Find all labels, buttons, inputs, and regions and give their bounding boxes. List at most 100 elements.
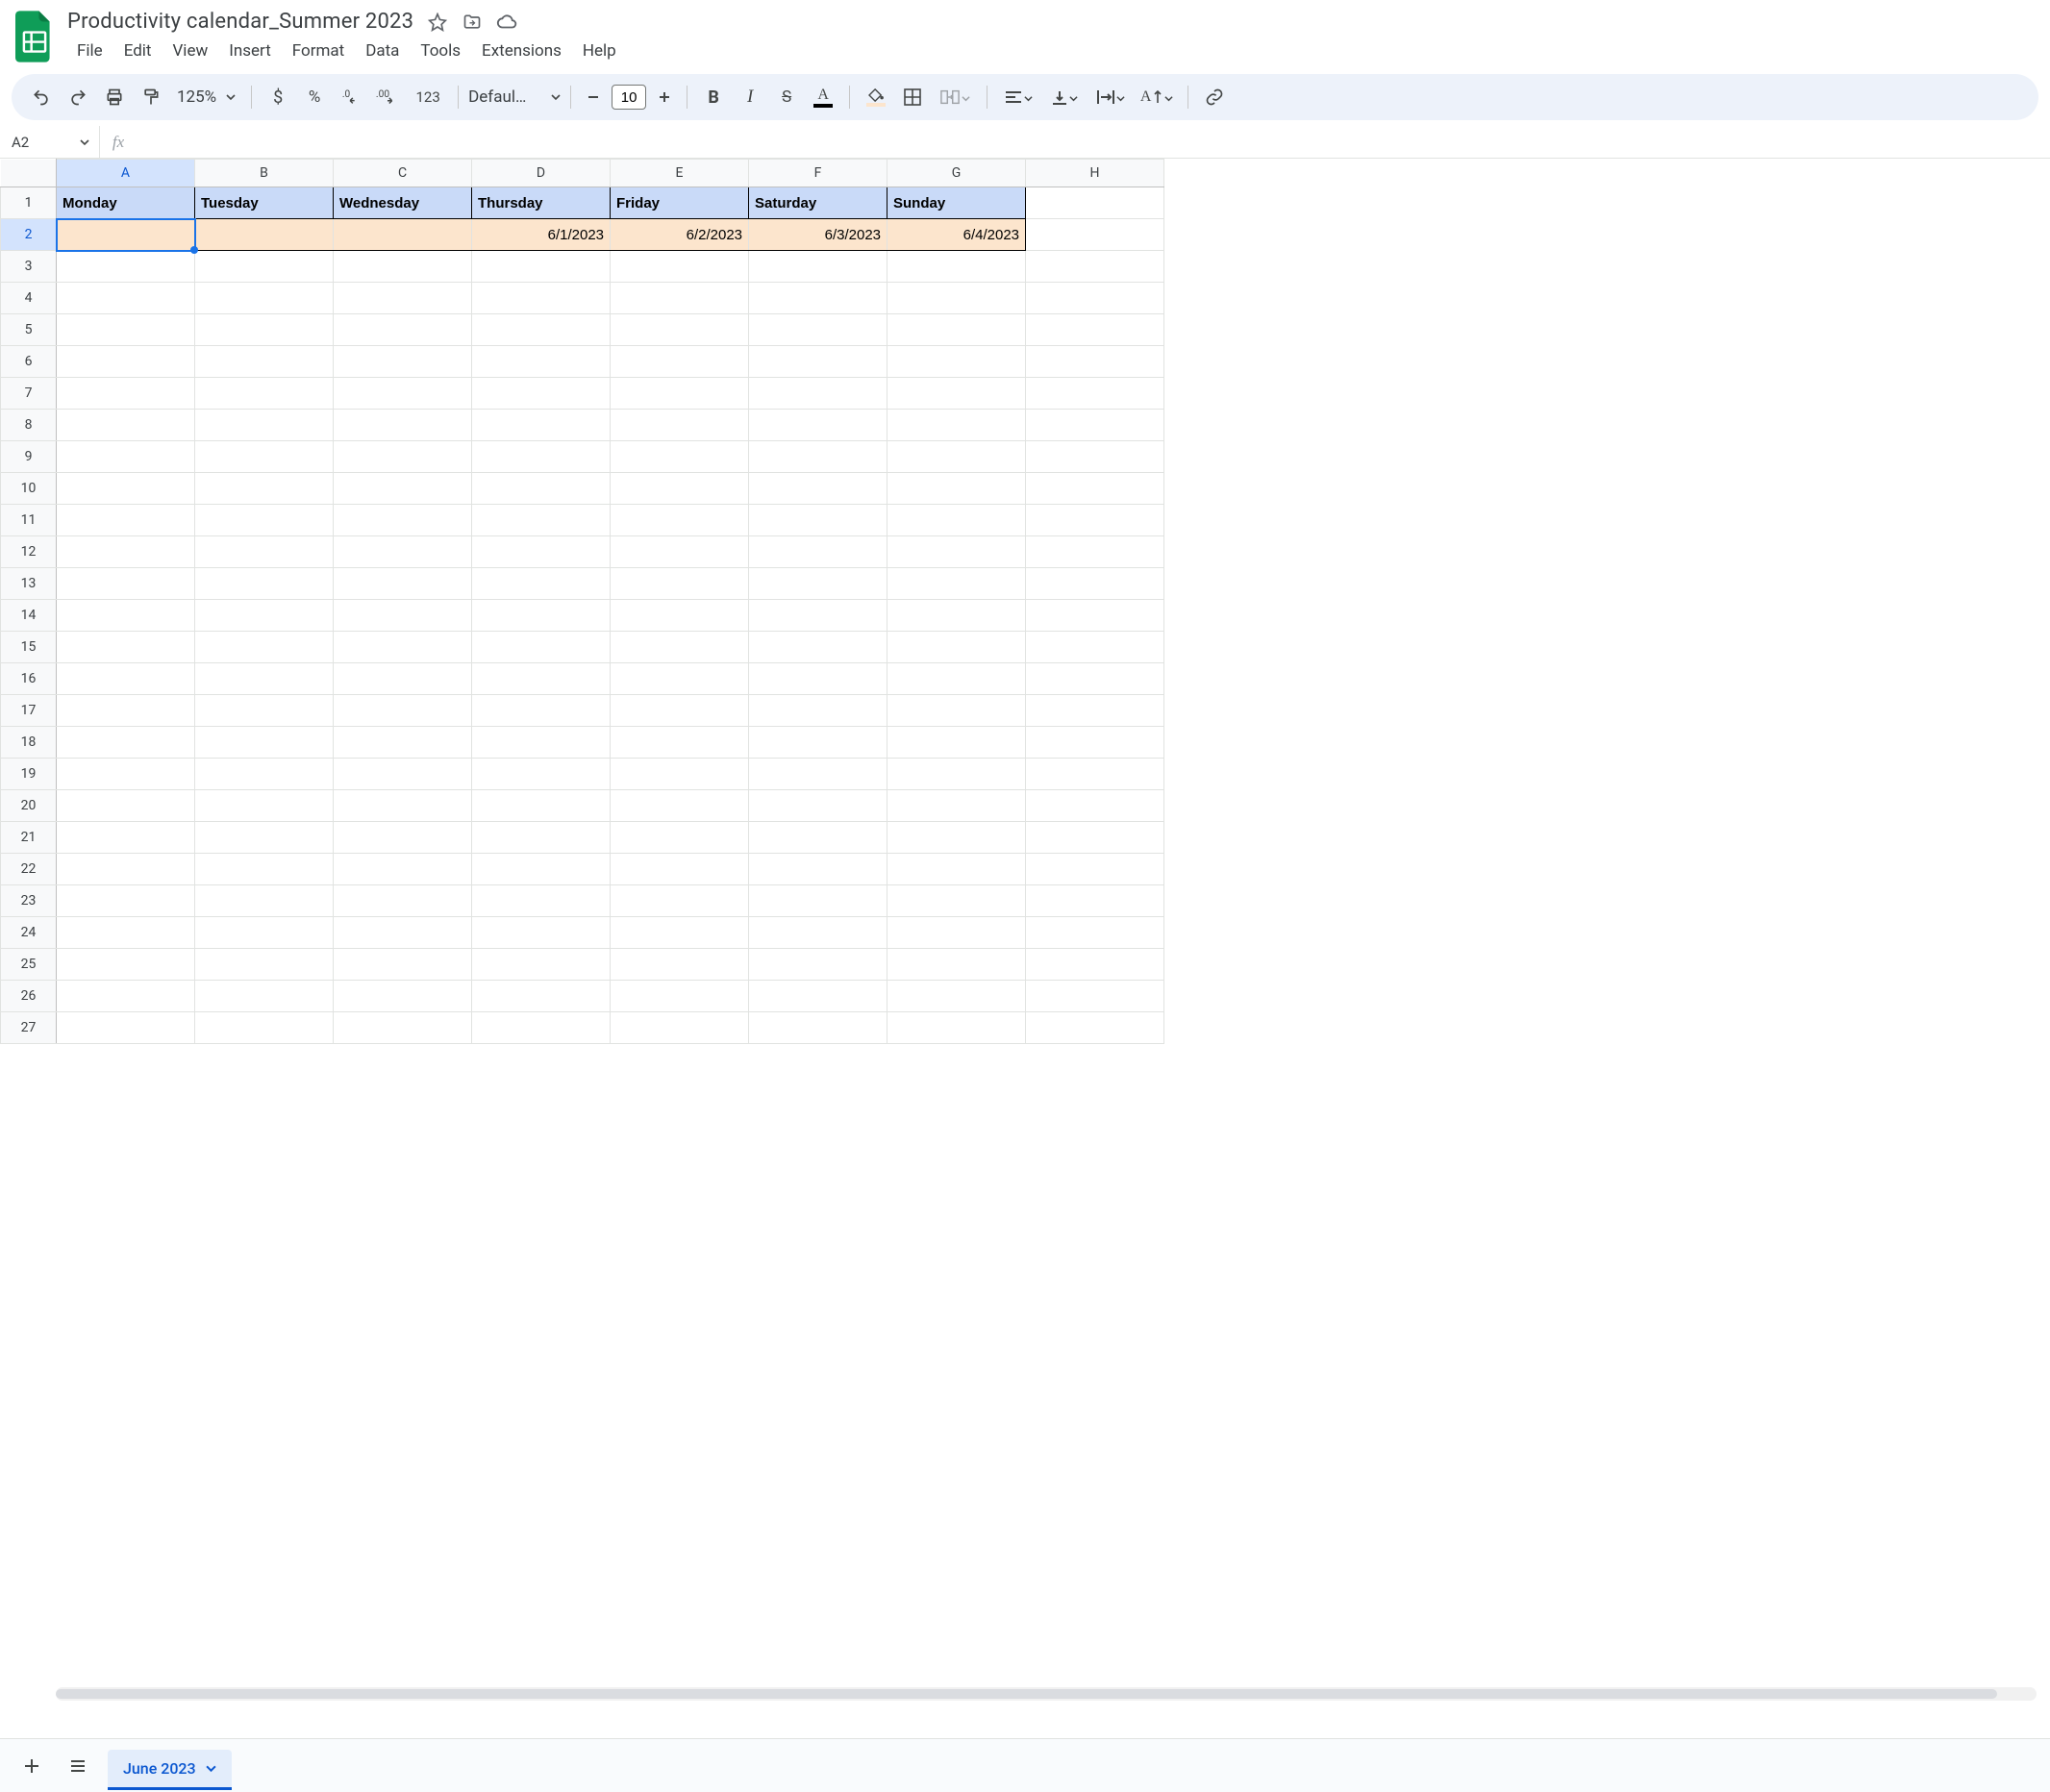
cell[interactable] bbox=[749, 600, 888, 632]
cell[interactable] bbox=[334, 410, 472, 441]
cell[interactable] bbox=[472, 473, 611, 505]
cell[interactable] bbox=[195, 251, 334, 283]
text-color-button[interactable]: A bbox=[807, 81, 839, 113]
cell[interactable] bbox=[334, 949, 472, 981]
cell[interactable] bbox=[1026, 632, 1164, 663]
cell[interactable] bbox=[611, 568, 749, 600]
row-header[interactable]: 8 bbox=[1, 410, 57, 441]
cell[interactable] bbox=[749, 251, 888, 283]
row-header[interactable]: 13 bbox=[1, 568, 57, 600]
cell[interactable] bbox=[611, 283, 749, 314]
cell[interactable] bbox=[1026, 568, 1164, 600]
cell[interactable] bbox=[195, 790, 334, 822]
cell[interactable] bbox=[472, 822, 611, 854]
cell[interactable] bbox=[195, 473, 334, 505]
cell[interactable] bbox=[749, 378, 888, 410]
cell[interactable] bbox=[334, 790, 472, 822]
cell[interactable] bbox=[57, 346, 195, 378]
cell[interactable] bbox=[57, 663, 195, 695]
cell[interactable] bbox=[334, 632, 472, 663]
cell[interactable] bbox=[611, 854, 749, 885]
redo-button[interactable] bbox=[62, 81, 94, 113]
cell[interactable] bbox=[1026, 981, 1164, 1012]
cell[interactable] bbox=[611, 378, 749, 410]
column-header[interactable]: F bbox=[749, 160, 888, 187]
cell[interactable] bbox=[334, 441, 472, 473]
cell[interactable] bbox=[888, 568, 1026, 600]
cell[interactable] bbox=[57, 505, 195, 536]
row-header[interactable]: 26 bbox=[1, 981, 57, 1012]
cell[interactable] bbox=[888, 441, 1026, 473]
cell[interactable] bbox=[749, 981, 888, 1012]
cell[interactable] bbox=[1026, 378, 1164, 410]
cell[interactable] bbox=[195, 378, 334, 410]
decrease-decimal-button[interactable]: .0 bbox=[335, 81, 367, 113]
star-icon[interactable] bbox=[427, 12, 448, 33]
row-header[interactable]: 2 bbox=[1, 219, 57, 251]
row-header[interactable]: 17 bbox=[1, 695, 57, 727]
name-box[interactable]: A2 bbox=[0, 126, 100, 158]
zoom-select[interactable]: 125% bbox=[171, 87, 241, 107]
cell[interactable] bbox=[1026, 822, 1164, 854]
cell[interactable] bbox=[1026, 759, 1164, 790]
cell[interactable] bbox=[472, 759, 611, 790]
fill-color-button[interactable] bbox=[860, 81, 892, 113]
row-header[interactable]: 23 bbox=[1, 885, 57, 917]
cell[interactable] bbox=[334, 981, 472, 1012]
cell[interactable] bbox=[749, 695, 888, 727]
cell[interactable] bbox=[334, 568, 472, 600]
menu-tools[interactable]: Tools bbox=[411, 37, 470, 64]
move-folder-icon[interactable] bbox=[462, 12, 483, 33]
cell[interactable] bbox=[1026, 187, 1164, 219]
cell[interactable] bbox=[334, 727, 472, 759]
cell[interactable] bbox=[1026, 727, 1164, 759]
cell[interactable] bbox=[472, 917, 611, 949]
cell[interactable] bbox=[195, 600, 334, 632]
cell[interactable] bbox=[749, 410, 888, 441]
cell[interactable] bbox=[888, 505, 1026, 536]
print-button[interactable] bbox=[98, 81, 131, 113]
cell[interactable] bbox=[57, 536, 195, 568]
cell[interactable] bbox=[57, 695, 195, 727]
menu-file[interactable]: File bbox=[67, 37, 112, 64]
cell[interactable]: 6/2/2023 bbox=[611, 219, 749, 251]
cell[interactable] bbox=[334, 854, 472, 885]
cell[interactable] bbox=[749, 759, 888, 790]
select-all-corner[interactable] bbox=[1, 160, 57, 187]
cell[interactable] bbox=[472, 441, 611, 473]
bold-button[interactable]: B bbox=[697, 81, 730, 113]
cell[interactable] bbox=[472, 949, 611, 981]
paint-format-button[interactable] bbox=[135, 81, 167, 113]
cell[interactable] bbox=[749, 314, 888, 346]
row-header[interactable]: 21 bbox=[1, 822, 57, 854]
vertical-align-button[interactable] bbox=[1043, 81, 1086, 113]
row-header[interactable]: 12 bbox=[1, 536, 57, 568]
cell[interactable] bbox=[472, 854, 611, 885]
cell[interactable] bbox=[57, 378, 195, 410]
cell[interactable] bbox=[749, 917, 888, 949]
cell[interactable] bbox=[472, 632, 611, 663]
cell[interactable]: 6/4/2023 bbox=[888, 219, 1026, 251]
cell[interactable] bbox=[195, 346, 334, 378]
cell[interactable] bbox=[611, 885, 749, 917]
column-header[interactable]: E bbox=[611, 160, 749, 187]
cell[interactable]: Thursday bbox=[472, 187, 611, 219]
cell[interactable] bbox=[195, 568, 334, 600]
row-header[interactable]: 22 bbox=[1, 854, 57, 885]
cell[interactable] bbox=[1026, 536, 1164, 568]
cell[interactable] bbox=[472, 283, 611, 314]
row-header[interactable]: 3 bbox=[1, 251, 57, 283]
text-rotation-button[interactable]: A bbox=[1136, 81, 1178, 113]
cell[interactable] bbox=[749, 949, 888, 981]
cell[interactable] bbox=[195, 314, 334, 346]
cell[interactable] bbox=[888, 378, 1026, 410]
cell[interactable] bbox=[472, 378, 611, 410]
cell[interactable] bbox=[749, 568, 888, 600]
horizontal-scrollbar[interactable] bbox=[56, 1687, 2037, 1701]
row-header[interactable]: 27 bbox=[1, 1012, 57, 1044]
cloud-status-icon[interactable] bbox=[496, 12, 517, 33]
cell[interactable] bbox=[749, 790, 888, 822]
cell[interactable] bbox=[888, 917, 1026, 949]
cell[interactable] bbox=[888, 854, 1026, 885]
cell[interactable] bbox=[888, 822, 1026, 854]
